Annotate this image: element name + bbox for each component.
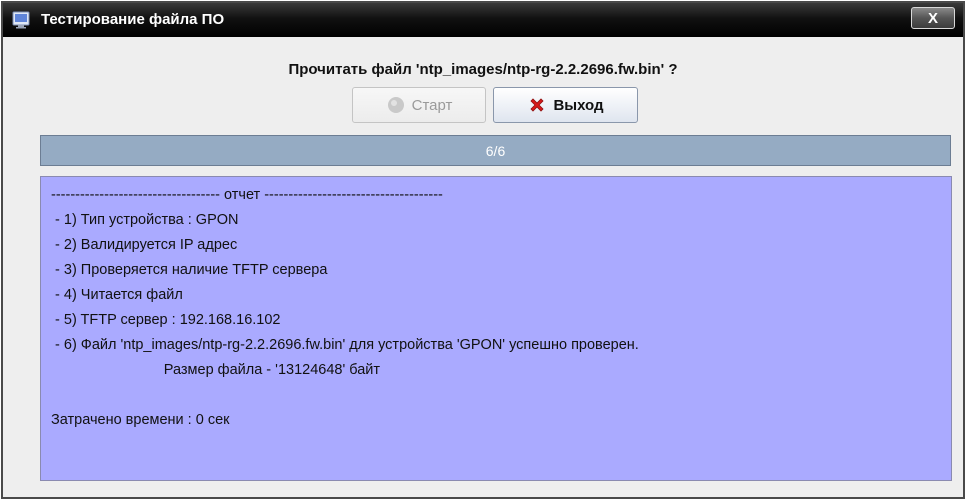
start-button-label: Старт	[411, 96, 453, 114]
app-window-icon	[12, 11, 30, 29]
report-line: - 6) Файл 'ntp_images/ntp-rg-2.2.2696.fw…	[51, 337, 639, 353]
title-bar[interactable]: Тестирование файла ПО X	[3, 3, 963, 37]
report-line: - 1) Тип устройства : GPON	[51, 212, 239, 228]
report-line: - 3) Проверяется наличие TFTP сервера	[51, 262, 328, 278]
report-line: - 5) TFTP сервер : 192.168.16.102	[51, 312, 281, 328]
report-line: Затрачено времени : 0 сек	[51, 412, 230, 428]
start-button[interactable]: Старт	[352, 87, 486, 123]
report-line: - 4) Читается файл	[51, 287, 183, 303]
report-area[interactable]: ----------------------------------- отче…	[40, 176, 952, 481]
close-icon: X	[927, 9, 938, 27]
progress-bar: 6/6	[40, 135, 951, 166]
red-x-icon	[530, 98, 545, 112]
window-title: Тестирование файла ПО	[41, 11, 225, 28]
report-line: ----------------------------------- отче…	[51, 187, 443, 203]
report-line: Размер файла - '13124648' байт	[51, 362, 381, 378]
close-button[interactable]: X	[911, 7, 955, 29]
dialog-window: Тестирование файла ПО X Прочитать файл '…	[1, 1, 965, 499]
exit-button-label: Выход	[553, 96, 604, 114]
question-text: Прочитать файл 'ntp_images/ntp-rg-2.2.26…	[288, 61, 678, 78]
progress-text: 6/6	[485, 142, 506, 159]
dialog-content: Прочитать файл 'ntp_images/ntp-rg-2.2.26…	[3, 37, 963, 497]
gray-circle-icon	[387, 97, 404, 113]
report-line	[51, 383, 941, 408]
report-line: - 2) Валидируется IP адрес	[51, 237, 238, 253]
exit-button[interactable]: Выход	[493, 87, 638, 123]
